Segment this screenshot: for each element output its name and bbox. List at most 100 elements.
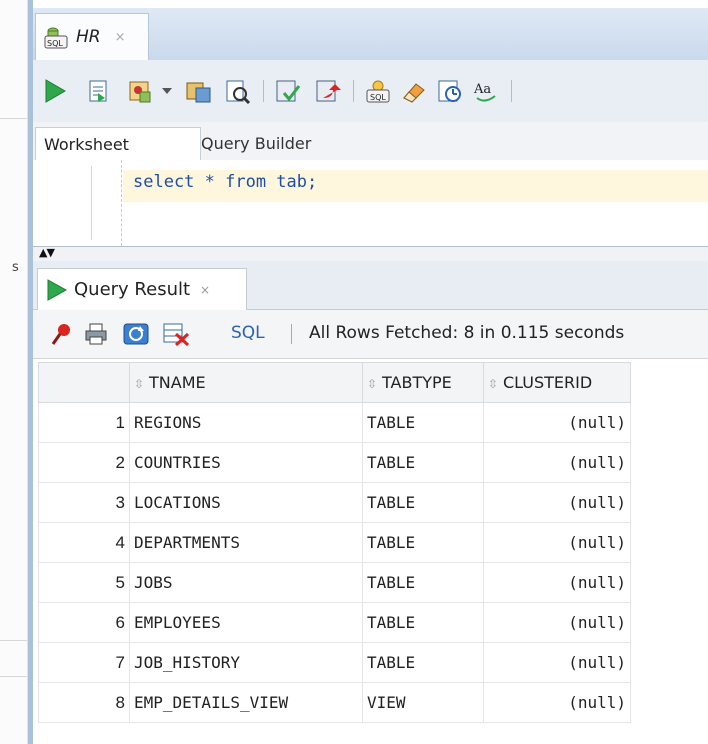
- cell-tname[interactable]: JOBS: [129, 562, 363, 603]
- left-divider: [0, 118, 27, 119]
- explain-plan-button[interactable]: [183, 77, 215, 105]
- cell-tname[interactable]: COUNTRIES: [129, 442, 363, 483]
- pane-splitter[interactable]: ▲▼: [33, 246, 708, 262]
- cell-clusterid[interactable]: (null): [483, 562, 631, 603]
- table-row[interactable]: 7 JOB_HISTORY TABLE (null): [38, 642, 631, 683]
- tab-title: HR: [76, 27, 101, 47]
- cell-clusterid[interactable]: (null): [483, 682, 631, 723]
- table-row[interactable]: 1 REGIONS TABLE (null): [38, 402, 631, 443]
- svg-text:Aa: Aa: [473, 82, 491, 97]
- table-row[interactable]: 2 COUNTRIES TABLE (null): [38, 442, 631, 483]
- row-number: 6: [38, 602, 130, 643]
- clear-button[interactable]: [399, 77, 429, 105]
- sql-statement[interactable]: select * from tab;: [133, 172, 317, 192]
- cell-clusterid[interactable]: (null): [483, 442, 631, 483]
- cell-tname[interactable]: REGIONS: [129, 402, 363, 443]
- row-number: 4: [38, 522, 130, 563]
- dropdown-arrow-icon: [162, 88, 172, 94]
- result-toolbar: SQL All Rows Fetched: 8 in 0.115 seconds: [33, 310, 708, 359]
- left-divider: [0, 640, 27, 641]
- run-statement-icon: [45, 79, 66, 103]
- print-button[interactable]: [83, 321, 109, 347]
- cell-tname[interactable]: DEPARTMENTS: [129, 522, 363, 563]
- gutter-line: [91, 166, 92, 240]
- sql-tuning-button[interactable]: [223, 77, 253, 105]
- row-number: 1: [38, 402, 130, 443]
- commit-button[interactable]: [273, 77, 303, 105]
- sort-icon[interactable]: ⇳: [134, 377, 146, 391]
- sql-tuning-icon: [226, 80, 251, 104]
- format-case-button[interactable]: Aa: [471, 77, 501, 105]
- cell-tabtype[interactable]: TABLE: [362, 562, 484, 603]
- format-case-icon: Aa: [473, 82, 496, 102]
- toolbar-separator: [263, 80, 264, 102]
- print-icon: [85, 323, 107, 345]
- cell-clusterid[interactable]: (null): [483, 602, 631, 643]
- tab-worksheet[interactable]: Worksheet: [35, 127, 201, 161]
- result-grid[interactable]: ⇳ TNAME ⇳ TABTYPE ⇳ CLUSTERID 1 REGIONS TABLE…: [38, 362, 631, 723]
- autotrace-button[interactable]: [125, 77, 155, 105]
- cell-tname[interactable]: LOCATIONS: [129, 482, 363, 523]
- cell-tabtype[interactable]: TABLE: [362, 642, 484, 683]
- sql-link[interactable]: SQL: [231, 323, 265, 343]
- table-row[interactable]: 4 DEPARTMENTS TABLE (null): [38, 522, 631, 563]
- column-header-label: TABTYPE: [382, 373, 452, 392]
- cell-tabtype[interactable]: TABLE: [362, 602, 484, 643]
- column-header-tabtype[interactable]: ⇳ TABTYPE: [362, 362, 484, 403]
- column-header-label: CLUSTERID: [503, 373, 593, 392]
- worksheet-toolbar: SQL Aa: [33, 60, 708, 123]
- unshared-sql-icon: SQL: [366, 80, 390, 103]
- tab-hr-connection[interactable]: SQL HR ×: [35, 13, 149, 60]
- unshared-sql-button[interactable]: SQL: [363, 77, 393, 105]
- tab-close-icon[interactable]: ×: [115, 30, 126, 45]
- fetch-status: All Rows Fetched: 8 in 0.115 seconds: [309, 323, 625, 343]
- splitter-arrows-icon[interactable]: ▲▼: [39, 246, 55, 259]
- cell-clusterid[interactable]: (null): [483, 482, 631, 523]
- cancel-grid-icon: [163, 323, 190, 346]
- pin-icon: [51, 324, 70, 345]
- toolbar-separator: [353, 80, 354, 102]
- column-header-clusterid[interactable]: ⇳ CLUSTERID: [483, 362, 631, 403]
- autotrace-dropdown[interactable]: [159, 77, 175, 105]
- grid-header-row: ⇳ TNAME ⇳ TABTYPE ⇳ CLUSTERID: [38, 362, 631, 403]
- table-row[interactable]: 8 EMP_DETAILS_VIEW VIEW (null): [38, 682, 631, 723]
- table-row[interactable]: 5 JOBS TABLE (null): [38, 562, 631, 603]
- cell-tname[interactable]: JOB_HISTORY: [129, 642, 363, 683]
- cell-tabtype[interactable]: TABLE: [362, 522, 484, 563]
- tab-query-builder[interactable]: Query Builder: [193, 127, 319, 160]
- cancel-button[interactable]: [161, 321, 191, 347]
- sort-icon[interactable]: ⇳: [367, 377, 379, 391]
- rollback-button[interactable]: [313, 77, 343, 105]
- cell-clusterid[interactable]: (null): [483, 522, 631, 563]
- left-panel-mark: s: [12, 260, 19, 275]
- run-script-button[interactable]: [85, 77, 111, 105]
- cell-tname[interactable]: EMP_DETAILS_VIEW: [129, 682, 363, 723]
- table-row[interactable]: 3 LOCATIONS TABLE (null): [38, 482, 631, 523]
- column-header-label: TNAME: [149, 373, 206, 392]
- eraser-icon: [403, 83, 425, 103]
- cell-tabtype[interactable]: TABLE: [362, 442, 484, 483]
- row-number: 8: [38, 682, 130, 723]
- sql-history-button[interactable]: [435, 77, 465, 105]
- cell-clusterid[interactable]: (null): [483, 402, 631, 443]
- left-panel-strip: s: [0, 0, 28, 744]
- editor-tab-bar: Worksheet Query Builder: [33, 122, 708, 161]
- table-row[interactable]: 6 EMPLOYEES TABLE (null): [38, 602, 631, 643]
- sort-icon[interactable]: ⇳: [488, 377, 500, 391]
- sql-editor[interactable]: select * from tab;: [33, 160, 708, 246]
- refresh-button[interactable]: [121, 321, 151, 347]
- tab-query-result[interactable]: Query Result ×: [37, 268, 247, 310]
- cell-tname[interactable]: EMPLOYEES: [129, 602, 363, 643]
- pin-button[interactable]: [49, 321, 73, 347]
- result-toolbar-separator: [291, 324, 292, 344]
- run-statement-button[interactable]: [41, 77, 69, 105]
- left-divider: [0, 676, 27, 677]
- cell-tabtype[interactable]: VIEW: [362, 682, 484, 723]
- cell-clusterid[interactable]: (null): [483, 642, 631, 683]
- cell-tabtype[interactable]: TABLE: [362, 482, 484, 523]
- cell-tabtype[interactable]: TABLE: [362, 402, 484, 443]
- row-number: 3: [38, 482, 130, 523]
- result-tab-close-icon[interactable]: ×: [200, 283, 210, 297]
- svg-text:SQL: SQL: [47, 39, 63, 48]
- column-header-tname[interactable]: ⇳ TNAME: [129, 362, 363, 403]
